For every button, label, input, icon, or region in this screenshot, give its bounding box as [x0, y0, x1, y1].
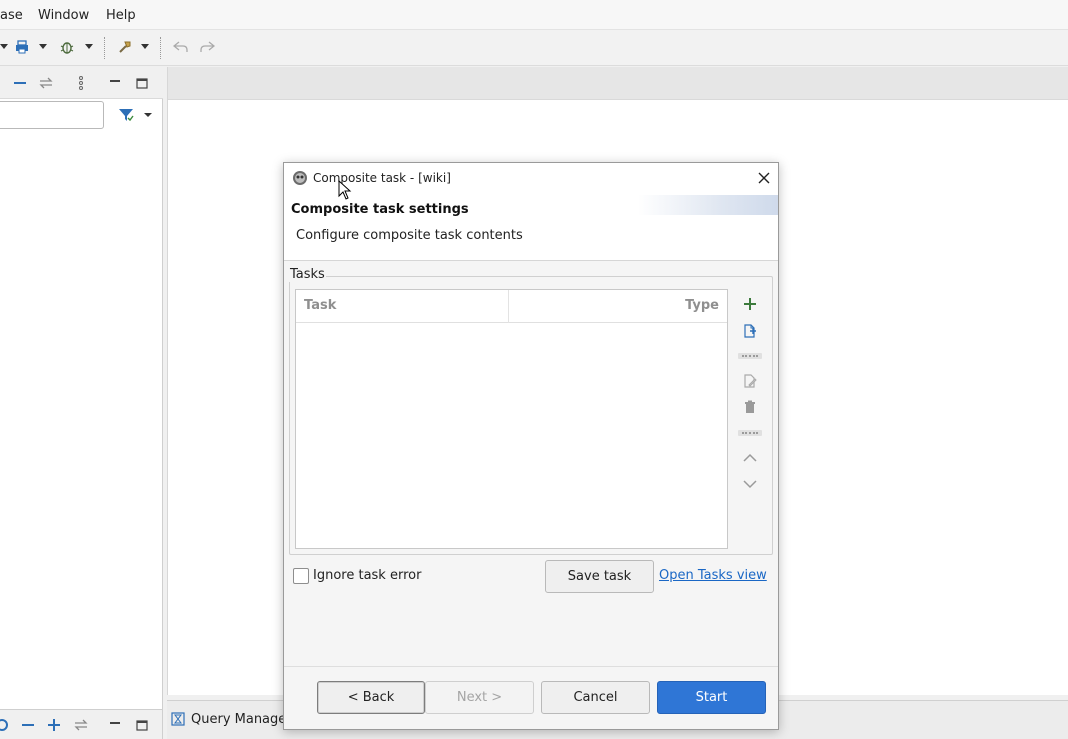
main-toolbar: [0, 30, 1068, 66]
link-icon[interactable]: [73, 717, 89, 733]
minimize-icon[interactable]: [107, 717, 123, 733]
move-down-button[interactable]: [739, 473, 761, 495]
query-manager-icon: [171, 712, 185, 726]
dialog-header-description: Configure composite task contents: [296, 228, 523, 243]
add-task-button[interactable]: [739, 293, 761, 315]
collapse-icon[interactable]: [12, 75, 28, 91]
composite-task-dialog: Composite task - [wiki] Composite task s…: [283, 162, 779, 730]
edit-task-icon: [744, 374, 757, 388]
back-button[interactable]: < Back: [317, 681, 425, 714]
toolbar-separator: [104, 37, 105, 59]
filter-icon[interactable]: [118, 107, 152, 123]
chevron-down-icon: [743, 480, 757, 489]
bug-icon[interactable]: [58, 38, 76, 56]
toolbar-separator: [738, 430, 762, 436]
hammer-icon[interactable]: [116, 38, 134, 56]
more-icon[interactable]: [73, 75, 89, 91]
navigator-filter-input[interactable]: [0, 101, 104, 129]
maximize-icon[interactable]: [134, 717, 150, 733]
tab-query-manager[interactable]: Query Manage: [171, 706, 286, 732]
header-banner: [638, 195, 778, 215]
dbeaver-logo-icon: [292, 170, 308, 186]
open-tasks-view-link[interactable]: Open Tasks view: [659, 568, 767, 583]
tasks-table-header: Task Type: [296, 290, 727, 323]
chevron-down-icon[interactable]: [84, 38, 94, 56]
ignore-task-error-checkbox[interactable]: [293, 568, 309, 584]
editor-tab-bar: [168, 67, 1068, 100]
next-button[interactable]: Next >: [425, 681, 534, 714]
dialog-header: Composite task settings Configure compos…: [284, 193, 778, 261]
navigator-panel-header: [0, 67, 163, 99]
start-button[interactable]: Start: [657, 681, 766, 714]
dialog-footer-divider: [284, 666, 778, 667]
delete-task-button[interactable]: [739, 396, 761, 418]
dropdown-arrow-icon[interactable]: [0, 38, 8, 56]
toolbar-separator: [160, 37, 161, 59]
menu-database[interactable]: ase: [0, 8, 23, 23]
add-icon[interactable]: [46, 717, 62, 733]
dialog-header-title: Composite task settings: [291, 202, 469, 217]
cancel-button[interactable]: Cancel: [541, 681, 650, 714]
ignore-task-error-label[interactable]: Ignore task error: [313, 568, 421, 583]
new-task-icon: [744, 324, 756, 338]
gear-icon[interactable]: [0, 717, 10, 733]
menu-help[interactable]: Help: [106, 8, 136, 23]
plus-icon: [744, 298, 756, 310]
tab-query-manager-label: Query Manage: [191, 711, 287, 727]
chevron-up-icon: [743, 453, 757, 462]
dialog-title-bar: Composite task - [wiki]: [284, 163, 778, 193]
create-task-button[interactable]: [739, 320, 761, 342]
column-header-task[interactable]: Task: [304, 298, 336, 313]
chevron-down-icon[interactable]: [38, 38, 48, 56]
bottom-left-toolbar: [0, 709, 163, 739]
edit-task-button[interactable]: [739, 370, 761, 392]
mouse-cursor-icon: [338, 179, 352, 200]
column-header-type[interactable]: Type: [685, 298, 719, 313]
minimize-icon[interactable]: [107, 75, 123, 91]
maximize-icon[interactable]: [134, 75, 150, 91]
tasks-group-label: Tasks: [289, 267, 326, 282]
move-up-button[interactable]: [739, 447, 761, 469]
column-divider[interactable]: [508, 290, 509, 323]
dialog-title: Composite task - [wiki]: [313, 171, 451, 185]
toolbar-separator: [738, 353, 762, 359]
forward-nav-icon[interactable]: [198, 38, 216, 56]
menu-window[interactable]: Window: [38, 8, 89, 23]
tasks-table[interactable]: Task Type: [295, 289, 728, 549]
link-icon[interactable]: [38, 75, 54, 91]
save-task-button[interactable]: Save task: [545, 560, 654, 593]
close-icon[interactable]: [754, 168, 774, 188]
print-icon[interactable]: [14, 38, 30, 56]
chevron-down-icon[interactable]: [140, 38, 150, 56]
navigator-panel: [0, 67, 163, 709]
collapse-icon[interactable]: [20, 717, 36, 733]
menu-bar: ase Window Help: [0, 0, 1068, 30]
trash-icon: [745, 400, 755, 413]
back-nav-icon[interactable]: [172, 38, 190, 56]
